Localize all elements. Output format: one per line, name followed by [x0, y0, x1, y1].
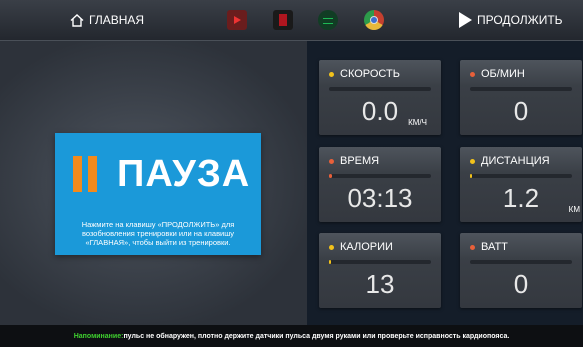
status-dot — [329, 71, 334, 77]
pause-icon — [73, 156, 103, 192]
distance-value: 1.2 — [502, 183, 540, 213]
home-button[interactable]: ГЛАВНАЯ — [70, 10, 144, 30]
distance-tile: ДИСТАНЦИЯ 1.2 КМ — [460, 147, 582, 222]
rpm-tile: ОБ/МИН 0 — [460, 60, 582, 135]
status-dot — [470, 71, 475, 77]
time-value: 03:13 — [347, 183, 413, 213]
youtube-icon[interactable] — [227, 10, 247, 30]
calories-progress-bar — [329, 260, 431, 264]
speed-tile: СКОРОСТЬ 0.0 КМ/Ч — [319, 60, 441, 135]
distance-progress-bar — [470, 174, 572, 178]
distance-progress-fill — [470, 174, 473, 178]
continue-button[interactable]: ПРОДОЛЖИТЬ — [459, 10, 563, 30]
pause-message: Нажмите на клавишу «ПРОДОЛЖИТЬ» для возо… — [81, 220, 235, 247]
home-icon — [70, 13, 84, 27]
top-bar: ГЛАВНАЯ ПРОДОЛЖИТЬ — [0, 0, 583, 41]
status-dot — [470, 158, 475, 164]
watt-label: ВАТТ — [481, 241, 508, 253]
rpm-progress-bar — [470, 87, 572, 91]
spotify-icon[interactable] — [318, 10, 338, 30]
play-icon — [459, 12, 472, 28]
time-tile: ВРЕМЯ 03:13 — [319, 147, 441, 222]
reminder-label: Напоминание: — [73, 332, 124, 340]
watt-value: 0 — [513, 269, 529, 299]
calories-value: 13 — [365, 269, 395, 299]
chrome-icon[interactable] — [364, 10, 384, 30]
status-dot — [329, 158, 334, 164]
distance-unit: КМ — [568, 205, 580, 214]
reminder-bar: Напоминание: пульс не обнаружен, плотно … — [0, 325, 583, 347]
calories-label: КАЛОРИИ — [340, 241, 393, 253]
time-label: ВРЕМЯ — [340, 155, 380, 167]
distance-label: ДИСТАНЦИЯ — [481, 155, 550, 167]
speed-progress-bar — [329, 87, 431, 91]
pause-title: ПАУЗА — [117, 153, 251, 195]
continue-button-label: ПРОДОЛЖИТЬ — [477, 13, 563, 27]
home-button-label: ГЛАВНАЯ — [89, 13, 145, 27]
time-progress-bar — [329, 174, 431, 178]
status-dot — [470, 244, 475, 250]
status-dot — [329, 244, 334, 250]
watt-tile: ВАТТ 0 — [460, 233, 582, 308]
calories-progress-fill — [329, 260, 332, 264]
rpm-label: ОБ/МИН — [481, 68, 525, 80]
watt-progress-bar — [470, 260, 572, 264]
rpm-value: 0 — [513, 96, 529, 126]
time-progress-fill — [329, 174, 333, 178]
netflix-icon[interactable] — [273, 10, 293, 30]
speed-unit: КМ/Ч — [408, 118, 427, 127]
reminder-text: пульс не обнаружен, плотно держите датчи… — [123, 332, 510, 340]
pause-dialog: ПАУЗА Нажмите на клавишу «ПРОДОЛЖИТЬ» дл… — [55, 133, 261, 255]
speed-label: СКОРОСТЬ — [340, 68, 400, 80]
calories-tile: КАЛОРИИ 13 — [319, 233, 441, 308]
